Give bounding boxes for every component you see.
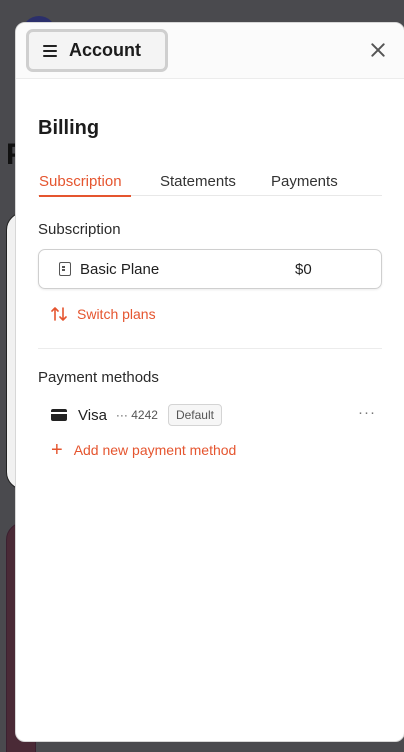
switch-plans-label: Switch plans: [77, 306, 156, 322]
plan-icon: [59, 262, 71, 276]
account-sheet: Account Billing Subscription Statements …: [15, 22, 404, 742]
sheet-header: Account: [16, 23, 404, 79]
tab-statements[interactable]: Statements: [160, 173, 242, 196]
billing-content: Billing Subscription Statements Payments…: [16, 117, 404, 461]
plan-name: Basic Plane: [80, 260, 160, 278]
close-icon[interactable]: [370, 42, 386, 58]
menu-icon: [43, 44, 57, 57]
account-label: Account: [69, 40, 141, 60]
page-title: Billing: [38, 117, 100, 139]
current-plan-box: Basic Plane $0: [38, 249, 382, 289]
divider: [38, 348, 382, 349]
subscription-label: Subscription: [38, 221, 121, 238]
switch-icon: [51, 307, 67, 321]
plus-icon: +: [51, 439, 63, 461]
default-badge: Default: [167, 404, 222, 426]
add-payment-method-link[interactable]: + Add new payment method: [51, 439, 382, 461]
card-brand: Visa: [78, 406, 107, 424]
switch-plans-link[interactable]: Switch plans: [51, 306, 382, 322]
account-menu-button[interactable]: Account: [26, 29, 168, 72]
payment-methods-label: Payment methods: [38, 369, 159, 386]
tab-payments[interactable]: Payments: [271, 173, 345, 196]
add-payment-method-label: Add new payment method: [73, 442, 237, 458]
card-last-digits: ··· 4242: [115, 408, 158, 422]
payment-method-row: Visa ··· 4242 Default ···: [38, 404, 382, 426]
billing-tabs: Subscription Statements Payments: [38, 173, 382, 197]
more-icon[interactable]: ···: [358, 404, 376, 421]
plan-price: $0: [295, 260, 312, 278]
card-icon: [51, 409, 67, 421]
tab-subscription[interactable]: Subscription: [39, 173, 131, 197]
